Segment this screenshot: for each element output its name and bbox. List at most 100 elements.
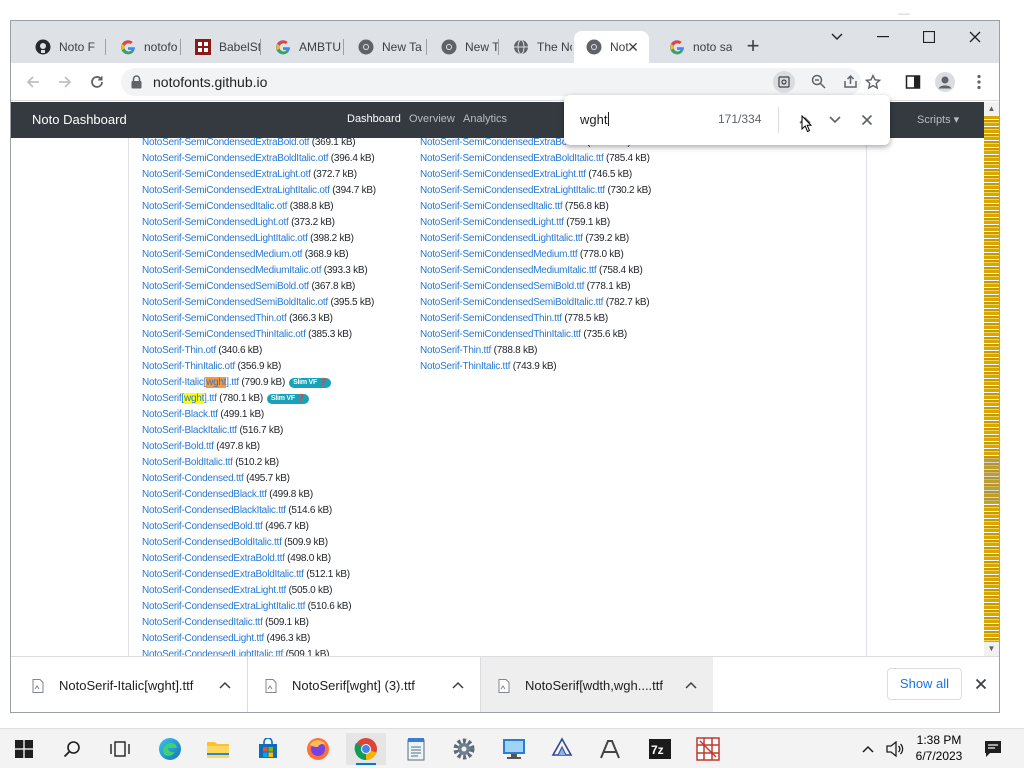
file-link[interactable]: NotoSerif-SemiCondensedExtraBold.otf [142, 137, 309, 148]
file-link[interactable]: NotoSerif-SemiCondensedLight.ttf [420, 217, 564, 228]
start-windows-icon[interactable] [4, 733, 44, 765]
download-item-2[interactable]: NotoSerif[wght] (3).ttf [264, 657, 480, 712]
file-link[interactable]: NotoSerif-SemiCondensedThin.ttf [420, 313, 562, 324]
file-link[interactable]: NotoSerif-CondensedBoldItalic.ttf [142, 537, 282, 548]
store-icon[interactable] [248, 733, 288, 765]
file-link[interactable]: NotoSerif-Italic[wght].ttf [142, 377, 239, 388]
chrome-icon[interactable] [346, 733, 386, 765]
file-link[interactable]: NotoSerif-CondensedBold.ttf [142, 521, 263, 532]
share-icon[interactable] [843, 74, 858, 94]
scroll-down-icon[interactable]: ▼ [984, 642, 999, 656]
file-link[interactable]: NotoSerif-Thin.ttf [420, 345, 491, 356]
7zip-icon[interactable]: 7z [640, 733, 680, 765]
new-tab-button[interactable]: + [741, 35, 765, 59]
maximize-icon[interactable] [909, 25, 949, 49]
notification-icon[interactable] [978, 733, 1008, 765]
tab-2[interactable]: notofo [108, 31, 181, 63]
tab-5[interactable]: New Ta [346, 31, 427, 63]
nav-analytics[interactable]: Analytics [463, 113, 507, 125]
file-link[interactable]: NotoSerif-SemiCondensedMediumItalic.otf [142, 265, 321, 276]
file-link[interactable]: NotoSerif-CondensedItalic.ttf [142, 617, 263, 628]
search-icon[interactable] [52, 733, 92, 765]
file-link[interactable]: NotoSerif-CondensedLight.ttf [142, 633, 264, 644]
file-link[interactable]: NotoSerif-CondensedBlack.ttf [142, 489, 267, 500]
file-link[interactable]: NotoSerif-BlackItalic.ttf [142, 425, 237, 436]
file-explorer-icon[interactable] [198, 733, 238, 765]
file-link[interactable]: NotoSerif-CondensedBlackItalic.ttf [142, 505, 286, 516]
back-icon[interactable] [21, 70, 45, 94]
file-link[interactable]: NotoSerif-SemiCondensedExtraBoldItalic.o… [142, 153, 329, 164]
clock[interactable]: 1:38 PM 6/7/2023 [914, 732, 964, 764]
find-close-icon[interactable] [855, 108, 879, 132]
task-view-icon[interactable] [100, 733, 140, 765]
file-link[interactable]: NotoSerif-SemiCondensedSemiBold.ttf [420, 281, 584, 292]
scripts-dropdown[interactable]: Scripts ▾ [917, 113, 959, 126]
file-link[interactable]: NotoSerif-SemiCondensedSemiBoldItalic.tt… [420, 297, 603, 308]
page-scrollbar[interactable]: ▲ ▼ [984, 102, 999, 656]
show-all-button[interactable]: Show all [887, 668, 962, 700]
side-panel-icon[interactable] [901, 70, 925, 94]
file-link[interactable]: NotoSerif-SemiCondensedMediumItalic.ttf [420, 265, 597, 276]
file-link[interactable]: NotoSerif-Thin.otf [142, 345, 216, 356]
profile-avatar[interactable] [933, 70, 957, 94]
file-link[interactable]: NotoSerif-Black.ttf [142, 409, 218, 420]
file-link[interactable]: NotoSerif-ThinItalic.ttf [420, 361, 510, 372]
file-link[interactable]: NotoSerif-ThinItalic.otf [142, 361, 235, 372]
download-item-3[interactable]: NotoSerif[wdth,wgh....ttf [481, 657, 713, 712]
slim-vf-badge[interactable]: Slim VF ❓ [289, 378, 332, 388]
nav-overview[interactable]: Overview [409, 113, 455, 125]
file-link[interactable]: NotoSerif-SemiCondensedExtraBold.ttf [420, 137, 585, 148]
file-link[interactable]: NotoSerif-SemiCondensedThinItalic.otf [142, 329, 306, 340]
minimize-icon[interactable] [863, 25, 903, 49]
tab-7[interactable]: The No [501, 31, 572, 63]
file-link[interactable]: NotoSerif-SemiCondensedExtraBoldItalic.t… [420, 153, 604, 164]
reload-icon[interactable] [85, 70, 109, 94]
remote-desktop-icon[interactable] [494, 733, 534, 765]
find-page-icon[interactable] [773, 71, 795, 93]
file-link[interactable]: NotoSerif-SemiCondensedSemiBoldItalic.ot… [142, 297, 328, 308]
file-link[interactable]: NotoSerif-SemiCondensedExtraLightItalic.… [142, 185, 330, 196]
file-link[interactable]: NotoSerif-SemiCondensedExtraLight.otf [142, 169, 311, 180]
tab-1[interactable]: Noto F [23, 31, 106, 63]
zoom-icon[interactable] [811, 74, 826, 94]
scroll-thumb[interactable] [984, 457, 999, 503]
grid-app-icon[interactable] [688, 733, 728, 765]
bookmark-star-icon[interactable] [861, 70, 885, 94]
menu-kebab-icon[interactable] [967, 70, 991, 94]
file-link[interactable]: NotoSerif-CondensedExtraLightItalic.ttf [142, 601, 305, 612]
tab-9[interactable]: noto sa [657, 31, 732, 63]
file-link[interactable]: NotoSerif-SemiCondensedThinItalic.ttf [420, 329, 581, 340]
firefox-icon[interactable] [298, 733, 338, 765]
file-link[interactable]: NotoSerif-CondensedExtraBoldItalic.ttf [142, 569, 304, 580]
file-link[interactable]: NotoSerif-SemiCondensedSemiBold.otf [142, 281, 309, 292]
file-link[interactable]: NotoSerif-Bold.ttf [142, 441, 214, 452]
file-link[interactable]: NotoSerif-SemiCondensedLightItalic.ttf [420, 233, 583, 244]
file-link[interactable]: NotoSerif-CondensedExtraLight.ttf [142, 585, 286, 596]
volume-icon[interactable] [880, 733, 910, 765]
tab-3[interactable]: BabelSt [183, 31, 261, 63]
file-link[interactable]: NotoSerif-BoldItalic.ttf [142, 457, 233, 468]
brand-title[interactable]: Noto Dashboard [32, 112, 127, 127]
file-link[interactable]: NotoSerif-SemiCondensedMedium.ttf [420, 249, 578, 260]
lock-icon[interactable] [131, 75, 142, 94]
edge-icon[interactable] [150, 733, 190, 765]
fontforge-icon[interactable] [590, 733, 630, 765]
chevron-up-icon[interactable] [217, 677, 233, 693]
slim-vf-badge[interactable]: Slim VF ❓ [266, 394, 310, 404]
chevron-up-icon[interactable] [683, 677, 699, 693]
chevron-up-icon[interactable] [450, 677, 466, 693]
file-link[interactable]: NotoSerif-SemiCondensedLight.otf [142, 217, 289, 228]
file-link[interactable]: NotoSerif[wght].ttf [142, 393, 217, 404]
file-link[interactable]: NotoSerif-CondensedExtraBold.ttf [142, 553, 285, 564]
tab-4[interactable]: AMBTU [263, 31, 344, 63]
scroll-up-icon[interactable]: ▲ [984, 102, 999, 116]
close-window-icon[interactable] [955, 25, 995, 49]
tab-8[interactable]: Not ✕ [574, 31, 649, 63]
notepad-icon[interactable] [396, 733, 436, 765]
file-link[interactable]: NotoSerif-SemiCondensedItalic.otf [142, 201, 287, 212]
file-link[interactable]: NotoSerif-Condensed.ttf [142, 473, 244, 484]
close-tab-icon[interactable]: ✕ [625, 39, 641, 55]
file-link[interactable]: NotoSerif-SemiCondensedExtraLight.ttf [420, 169, 586, 180]
tab-6[interactable]: New Ta [429, 31, 499, 63]
tab-search-icon[interactable] [817, 25, 857, 49]
